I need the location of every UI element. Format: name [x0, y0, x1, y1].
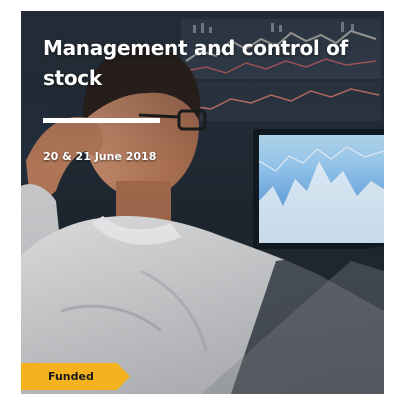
title-underline: [43, 118, 160, 123]
card-title[interactable]: Management and control of stock: [43, 33, 383, 93]
funded-tag-label: Funded: [48, 370, 94, 383]
event-date: 20 & 21 June 2018: [43, 150, 157, 163]
event-card[interactable]: Management and control of stock 20 & 21 …: [21, 11, 384, 394]
